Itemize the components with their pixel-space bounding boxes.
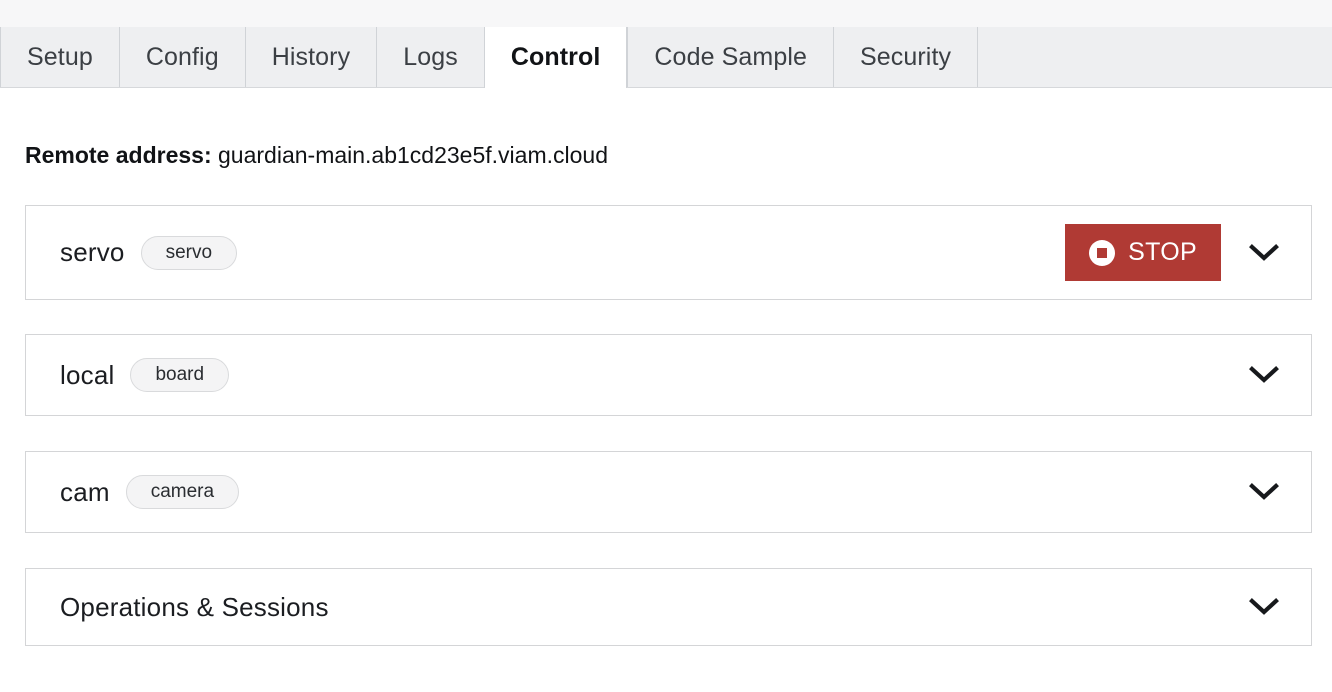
tab-label: Config: [145, 42, 219, 71]
chevron-down-icon[interactable]: [1247, 590, 1281, 624]
card-header-left: servo servo: [60, 235, 238, 270]
chevron-down-icon[interactable]: [1247, 358, 1281, 392]
tab-label: Control: [510, 42, 601, 71]
tab-code-sample[interactable]: Code Sample: [627, 27, 833, 87]
tab-history[interactable]: History: [244, 27, 377, 87]
remote-address-label: Remote address:: [25, 142, 212, 168]
resource-name: servo: [60, 237, 125, 267]
card-header-right: [1247, 475, 1293, 509]
card-header-right: STOP: [1065, 224, 1293, 281]
stop-button-label: STOP: [1128, 238, 1197, 266]
remote-address-value: guardian-main.ab1cd23e5f.viam.cloud: [218, 142, 608, 168]
chevron-down-glyph: [1249, 243, 1279, 261]
resource-card-local[interactable]: local board: [25, 334, 1312, 416]
stop-button[interactable]: STOP: [1065, 224, 1221, 281]
tab-logs[interactable]: Logs: [376, 27, 484, 87]
card-header-left: Operations & Sessions: [60, 592, 329, 623]
tab-setup[interactable]: Setup: [0, 27, 119, 87]
top-strip: [0, 0, 1332, 27]
tab-security[interactable]: Security: [832, 27, 978, 87]
resource-type-badge: board: [130, 358, 230, 392]
chevron-down-glyph: [1249, 483, 1279, 500]
tab-label: Setup: [27, 42, 93, 71]
operations-sessions-title: Operations & Sessions: [60, 591, 329, 622]
resource-name: cam: [60, 476, 110, 507]
resource-type-badge: servo: [140, 235, 238, 270]
tab-bar: Setup Config History Logs Control Code S…: [0, 27, 1332, 88]
tab-label: Security: [859, 42, 952, 71]
tab-label: Logs: [403, 42, 458, 71]
resource-card-servo[interactable]: servo servo STOP: [25, 205, 1312, 300]
tab-label: History: [271, 42, 351, 71]
chevron-down-icon[interactable]: [1247, 475, 1281, 509]
chevron-down-glyph: [1249, 598, 1279, 615]
resource-card-cam[interactable]: cam camera: [25, 451, 1312, 533]
tab-bar-filler: [977, 27, 1332, 87]
tab-label: Code Sample: [654, 42, 807, 71]
stop-circle-icon: [1089, 239, 1116, 266]
resource-name: local: [60, 359, 115, 390]
card-header-right: [1247, 358, 1293, 392]
tab-control[interactable]: Control: [483, 27, 628, 88]
resource-card-list: servo servo STOP local board cam camera …: [25, 205, 1312, 646]
chevron-down-icon[interactable]: [1247, 236, 1281, 270]
card-header-right: [1247, 590, 1293, 624]
operations-sessions-card[interactable]: Operations & Sessions: [25, 568, 1312, 646]
card-header-left: cam camera: [60, 475, 240, 509]
card-header-left: local board: [60, 358, 230, 392]
tab-config[interactable]: Config: [118, 27, 245, 87]
chevron-down-glyph: [1249, 366, 1279, 383]
resource-type-badge: camera: [125, 475, 240, 509]
remote-address: Remote address: guardian-main.ab1cd23e5f…: [25, 142, 608, 169]
